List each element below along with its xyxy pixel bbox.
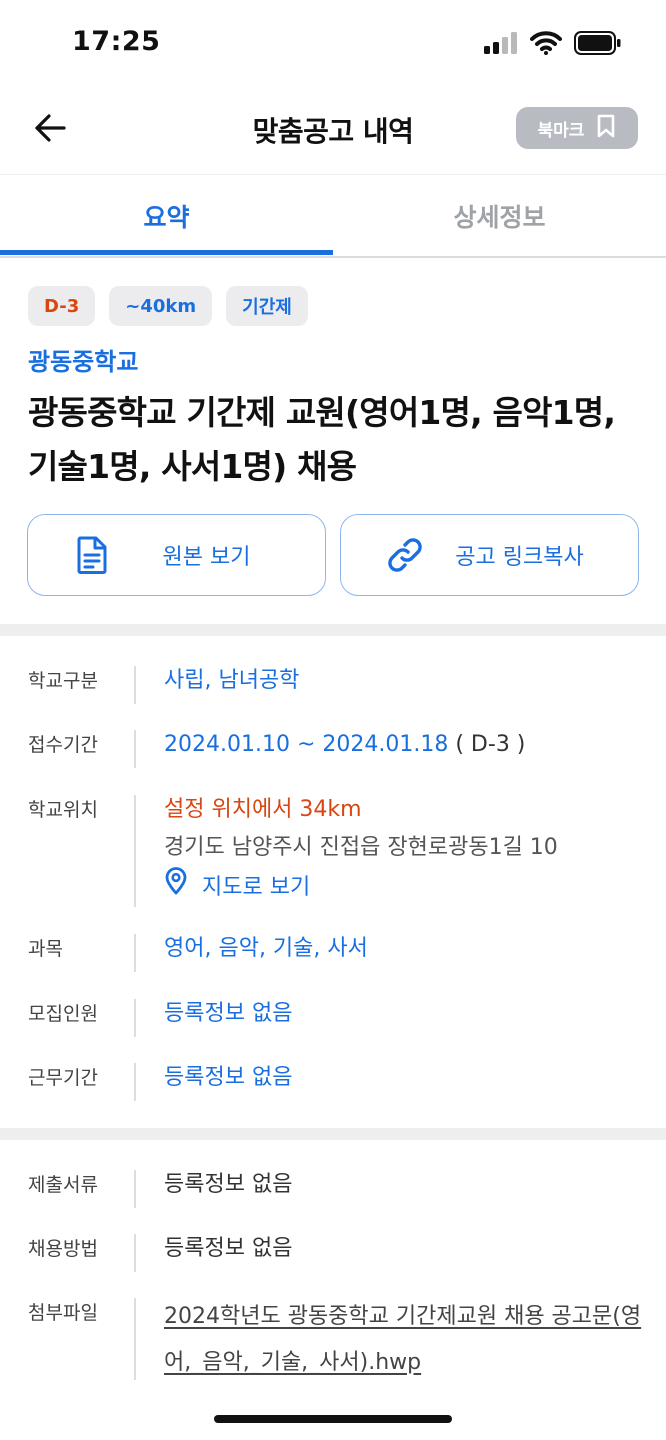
bookmark-button[interactable]: 북마크: [516, 107, 638, 149]
status-bar: 17:25: [0, 0, 666, 90]
tab-summary[interactable]: 요약: [0, 176, 333, 256]
headcount-value: 등록정보 없음: [164, 1001, 293, 1026]
dday-badge: D-3: [28, 286, 96, 326]
status-icons: [484, 30, 622, 60]
tab-divider: [0, 256, 666, 258]
row-separator: [134, 1234, 136, 1272]
row-separator: [134, 730, 136, 768]
view-original-button[interactable]: 원본 보기: [27, 514, 326, 596]
posting-title: 광동중학교 기간제 교원(영어1명, 음악1명, 기술1명, 사서1명) 채용: [28, 393, 616, 486]
view-map-link[interactable]: 지도로 보기: [164, 867, 644, 908]
nav-divider: [0, 174, 666, 175]
link-icon: [385, 535, 425, 575]
map-pin-icon: [164, 867, 188, 908]
subjects-label: 과목: [28, 938, 63, 960]
location-address: 경기도 남양주시 진접읍 장현로광동1길 10: [164, 835, 558, 860]
row-separator: [134, 666, 136, 704]
section-divider: [0, 624, 666, 636]
employment-type-badge: 기간제: [226, 286, 308, 326]
nav-bar: 맞춤공고 내역 북마크: [0, 90, 666, 176]
school-type-label: 학교구분: [28, 670, 98, 692]
documents-value: 등록정보 없음: [164, 1172, 293, 1197]
application-dday: ( D-3 ): [455, 732, 526, 757]
status-time: 17:25: [72, 26, 161, 57]
copy-link-button[interactable]: 공고 링크복사: [340, 514, 639, 596]
document-icon: [72, 535, 112, 575]
home-indicator[interactable]: [214, 1415, 452, 1423]
attachment-file-link[interactable]: 2024학년도 광동중학교 기간제교원 채용 공고문(영어,_음악,_기술,_사…: [164, 1304, 641, 1375]
location-distance: 설정 위치에서 34km: [164, 797, 362, 822]
wifi-icon: [530, 31, 562, 59]
attachment-label: 첨부파일: [28, 1302, 98, 1324]
distance-badge: ~40km: [109, 286, 213, 326]
application-period-value: 2024.01.10 ~ 2024.01.18: [164, 732, 449, 757]
school-name: 광동중학교: [28, 348, 139, 376]
subjects-value: 영어, 음악, 기술, 사서: [164, 936, 368, 961]
row-separator: [134, 999, 136, 1037]
cellular-signal-icon: [484, 32, 518, 58]
application-period-label: 접수기간: [28, 734, 98, 756]
row-separator: [134, 795, 136, 907]
bottom-safe-area: [0, 1380, 666, 1440]
documents-label: 제출서류: [28, 1174, 98, 1196]
location-label: 학교위치: [28, 799, 98, 821]
row-separator: [134, 1298, 136, 1388]
work-period-label: 근무기간: [28, 1067, 98, 1089]
row-separator: [134, 1063, 136, 1101]
school-type-value: 사립, 남녀공학: [164, 668, 300, 693]
bookmark-label: 북마크: [537, 120, 585, 141]
section-divider: [0, 1128, 666, 1140]
row-separator: [134, 934, 136, 972]
headcount-label: 모집인원: [28, 1003, 98, 1025]
battery-icon: [574, 31, 622, 59]
tab-detail[interactable]: 상세정보: [333, 176, 666, 256]
work-period-value: 등록정보 없음: [164, 1065, 293, 1090]
hiring-method-value: 등록정보 없음: [164, 1236, 293, 1261]
row-separator: [134, 1170, 136, 1208]
tab-bar: 요약 상세정보: [0, 176, 666, 258]
hiring-method-label: 채용방법: [28, 1238, 98, 1260]
active-tab-indicator: [0, 250, 333, 255]
view-map-label: 지도로 보기: [202, 874, 311, 900]
badge-group: D-3 ~40km 기간제: [28, 286, 308, 326]
bookmark-icon: [596, 114, 616, 143]
